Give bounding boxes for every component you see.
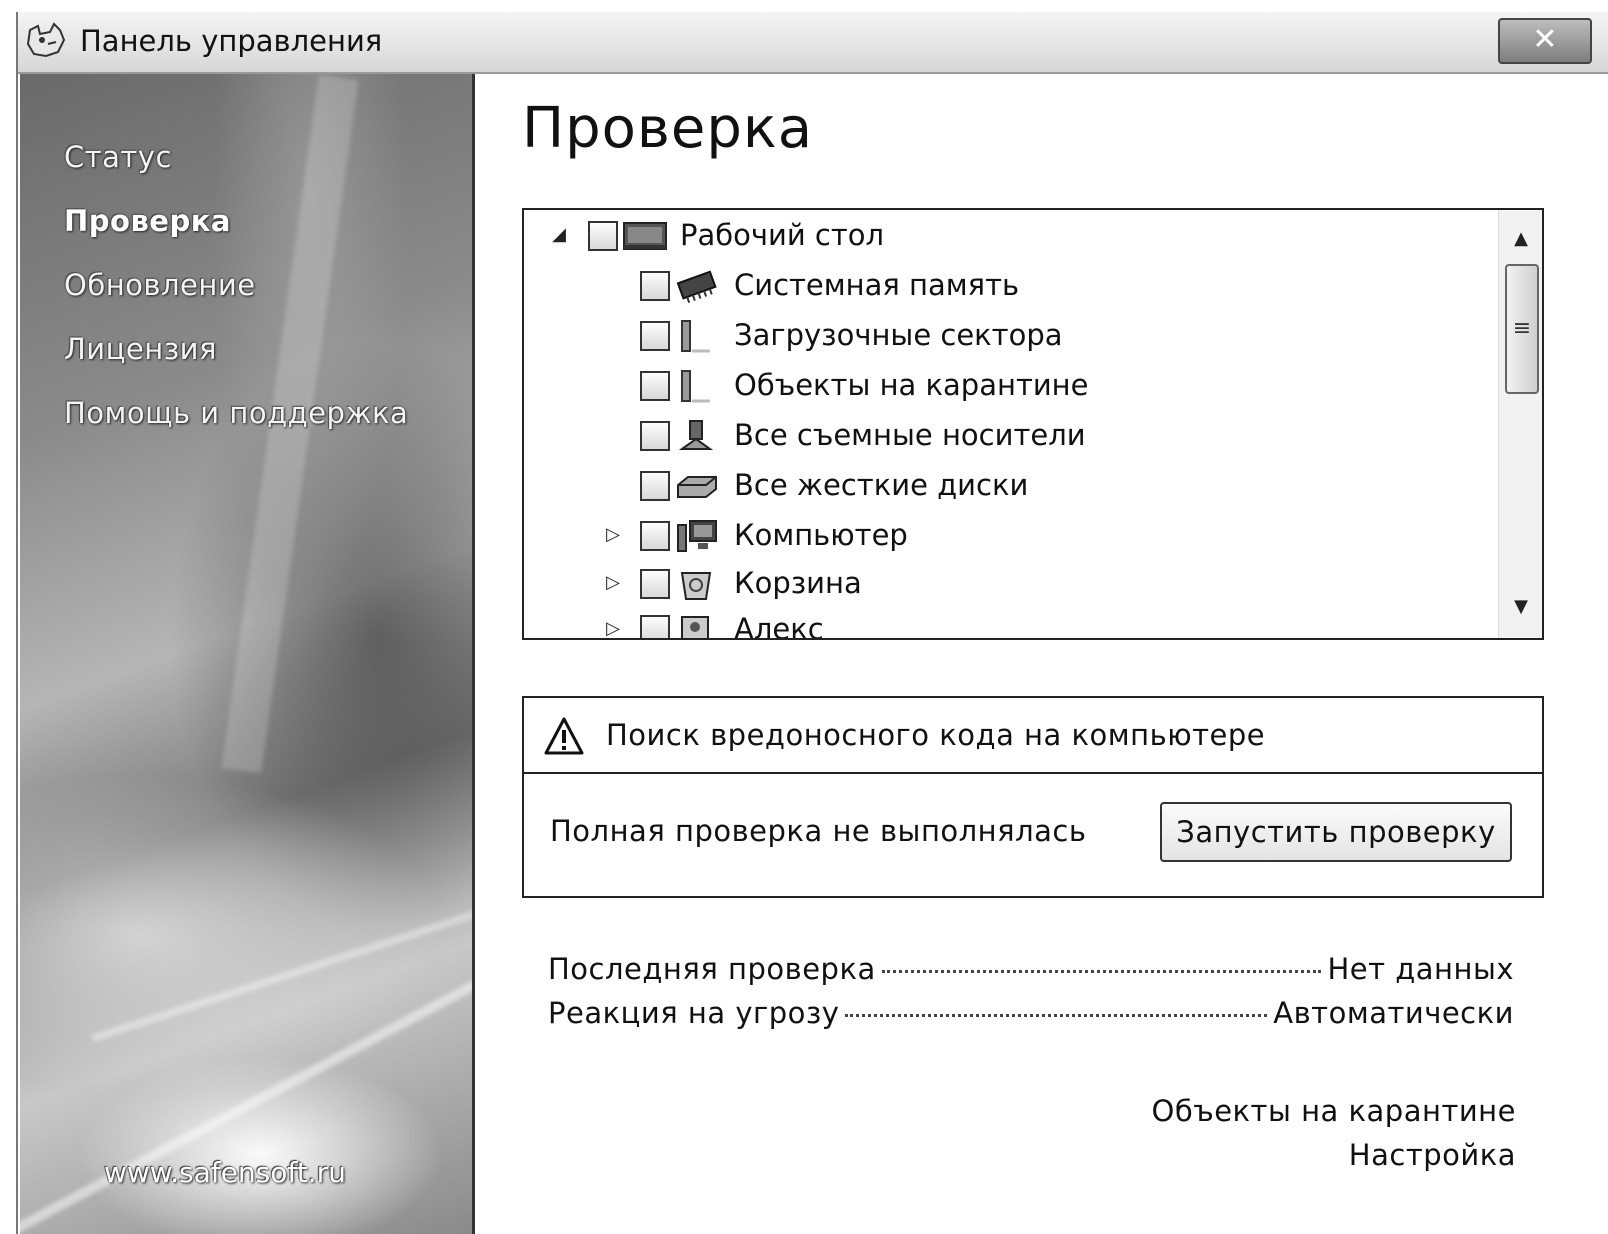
expand-arrow-icon[interactable]: ▷ <box>604 618 622 638</box>
collapse-arrow-icon[interactable]: ◢ <box>550 224 568 245</box>
sidebar-item-license[interactable]: Лицензия <box>64 332 217 366</box>
page-title: Проверка <box>522 96 814 161</box>
run-scan-button[interactable]: Запустить проверку <box>1160 802 1512 862</box>
tree-checkbox[interactable] <box>640 471 670 501</box>
tree-item-label: Все жесткие диски <box>734 468 1029 502</box>
info-value: Нет данных <box>1327 952 1514 986</box>
tree-scrollbar[interactable]: ▲ ≡ ▼ <box>1498 210 1542 638</box>
info-value: Автоматически <box>1273 996 1514 1030</box>
close-button[interactable]: ✕ <box>1498 18 1592 64</box>
title-bar: Панель управления ✕ <box>18 12 1608 74</box>
info-label: Реакция на угрозу <box>548 996 840 1030</box>
memory-chip-icon <box>676 270 717 303</box>
tree-row[interactable]: Объекты на карантине <box>524 364 1494 408</box>
tree-checkbox[interactable] <box>588 221 618 251</box>
tree-item-label: Загрузочные сектора <box>734 318 1063 352</box>
sidebar-light-streak <box>20 963 472 1234</box>
quarantine-link[interactable]: Объекты на карантине <box>1152 1094 1517 1128</box>
warning-icon <box>544 717 584 755</box>
scan-panel-header: Поиск вредоносного кода на компьютере <box>524 698 1542 774</box>
tree-row[interactable]: Системная память <box>524 264 1494 308</box>
scroll-up-arrow-icon[interactable]: ▲ <box>1509 228 1533 249</box>
window-title: Панель управления <box>80 24 383 58</box>
tree-checkbox[interactable] <box>640 321 670 351</box>
scan-panel: Поиск вредоносного кода на компьютере По… <box>522 696 1544 898</box>
tree-item-label: Компьютер <box>734 518 908 552</box>
close-icon: ✕ <box>1532 22 1558 57</box>
tree-checkbox[interactable] <box>640 271 670 301</box>
last-scan-row: Последняя проверка Нет данных <box>548 952 1514 992</box>
boot-sector-icon <box>681 320 710 353</box>
tree-row[interactable]: ▷ Корзина <box>524 562 1494 606</box>
sidebar-item-update[interactable]: Обновление <box>64 268 256 302</box>
tree-item-label: Корзина <box>734 566 862 600</box>
dot-leader <box>845 1014 1268 1017</box>
sidebar: Статус Проверка Обновление Лицензия Помо… <box>20 74 475 1234</box>
settings-link[interactable]: Настройка <box>1349 1138 1516 1172</box>
tree-row[interactable]: Загрузочные сектора <box>524 314 1494 358</box>
scan-status-text: Полная проверка не выполнялась <box>550 814 1087 848</box>
tree-item-label: Объекты на карантине <box>734 368 1089 402</box>
tree-row[interactable]: ▷ Компьютер <box>524 514 1494 558</box>
threat-reaction-row: Реакция на угрозу Автоматически <box>548 996 1514 1036</box>
app-logo-icon <box>26 22 66 58</box>
tree-item-label: Алекс <box>734 612 824 640</box>
scroll-down-arrow-icon[interactable]: ▼ <box>1509 596 1533 617</box>
user-folder-icon <box>681 616 709 638</box>
info-label: Последняя проверка <box>548 952 876 986</box>
recycle-bin-icon <box>680 572 712 600</box>
tree-checkbox[interactable] <box>640 615 670 638</box>
tree-checkbox[interactable] <box>640 421 670 451</box>
sidebar-item-status[interactable]: Статус <box>64 140 172 174</box>
dot-leader <box>881 970 1322 973</box>
scan-panel-title: Поиск вредоносного кода на компьютере <box>606 718 1266 752</box>
sidebar-item-help[interactable]: Помощь и поддержка <box>64 396 408 430</box>
removable-media-icon <box>678 420 714 450</box>
tree-item-label: Рабочий стол <box>680 218 885 252</box>
tree-row[interactable]: ◢ Рабочий стол <box>524 214 1494 258</box>
tree-row[interactable]: ▷ Алекс <box>524 608 1494 640</box>
sidebar-item-scan[interactable]: Проверка <box>64 204 231 238</box>
tree-row[interactable]: Все съемные носители <box>524 414 1494 458</box>
hard-drive-icon <box>677 476 717 498</box>
control-panel-window: Панель управления ✕ Статус Проверка Обно… <box>16 12 1608 1234</box>
tree-checkbox[interactable] <box>640 371 670 401</box>
scan-target-tree: ◢ Рабочий стол Системная память Загрузоч… <box>522 208 1544 640</box>
tree-row[interactable]: Все жесткие диски <box>524 464 1494 508</box>
tree-item-label: Все съемные носители <box>734 418 1086 452</box>
expand-arrow-icon[interactable]: ▷ <box>604 572 622 593</box>
tree-checkbox[interactable] <box>640 569 670 599</box>
scroll-thumb[interactable]: ≡ <box>1505 264 1539 394</box>
expand-arrow-icon[interactable]: ▷ <box>604 524 622 545</box>
website-link[interactable]: www.safensoft.ru <box>104 1156 346 1189</box>
tree-item-label: Системная память <box>734 268 1020 302</box>
computer-icon <box>677 520 717 552</box>
tree-checkbox[interactable] <box>640 521 670 551</box>
desktop-icon <box>623 222 667 250</box>
quarantine-icon <box>681 370 710 403</box>
